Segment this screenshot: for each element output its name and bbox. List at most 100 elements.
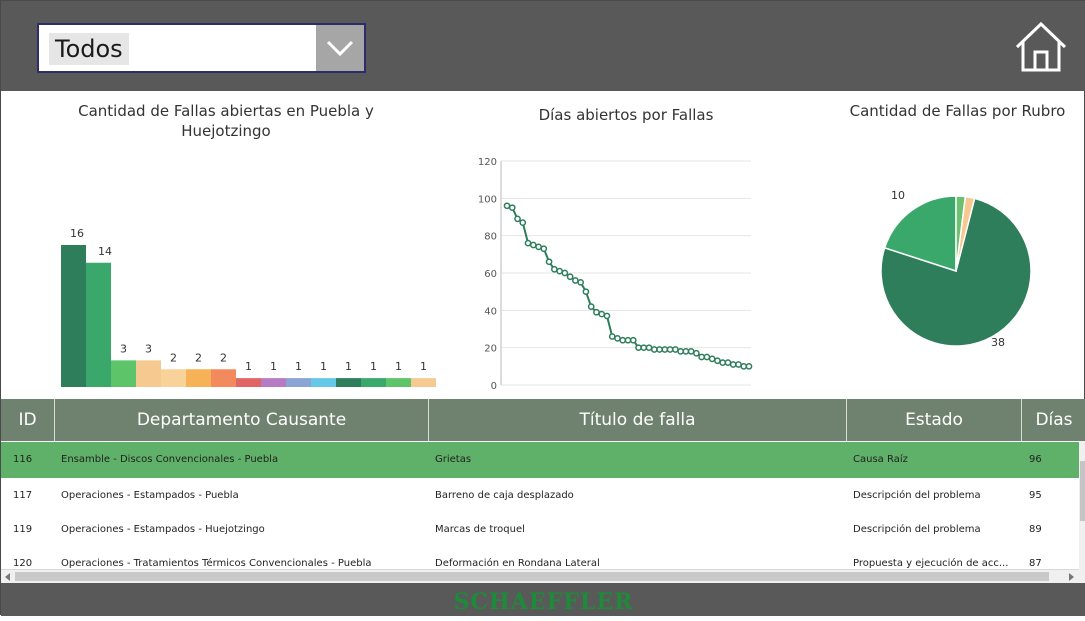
data-point [693,349,700,357]
cell-department: Operaciones - Estampados - Huejotzingo [61,524,265,535]
y-tick-label: 100 [478,194,497,205]
bar-value-label: 14 [98,245,112,258]
horizontal-scrollbar[interactable] [1,569,1079,583]
scroll-right-icon[interactable] [1067,573,1075,581]
bar [261,378,286,387]
data-point [519,219,527,226]
cell-title: Marcas de troquel [435,524,525,535]
data-point [624,336,632,344]
data-point [598,310,606,318]
pie-label: 10 [891,189,905,202]
bar-value-label: 1 [420,360,427,373]
bar-value-label: 1 [395,360,402,373]
bar-value-label: 3 [120,342,127,355]
cell-status: Causa Raíz [853,454,908,465]
app-frame: Todos Cantidad de Fallas abiertas en Pue… [0,0,1085,616]
cell-status: Propuesta y ejecución de acc... [853,558,1009,569]
data-point [587,303,595,310]
table-row[interactable]: 120 Operaciones - Tratamientos Térmicos … [1,546,1079,569]
data-point [508,204,516,212]
data-point [540,245,548,253]
line-chart: 0 20 40 60 80 100 120 [478,157,753,392]
data-point [603,312,611,320]
col-header-department[interactable]: Departamento Causante [55,399,429,441]
y-tick-label: 40 [484,306,497,317]
data-point [661,346,669,353]
data-point [514,215,521,223]
cell-department: Operaciones - Estampados - Puebla [61,490,239,501]
data-point [619,336,627,344]
data-point [503,202,511,210]
data-point [745,362,753,370]
data-point [577,278,585,286]
col-header-status[interactable]: Estado [847,399,1022,441]
data-point [614,334,621,342]
cell-days: 87 [1029,558,1042,569]
cell-id: 117 [13,490,33,501]
bar [411,378,436,387]
col-header-title[interactable]: Título de falla [429,399,847,441]
table-row[interactable]: 117 Operaciones - Estampados - Puebla Ba… [1,478,1079,514]
cell-department: Operaciones - Tratamientos Térmicos Conv… [61,558,372,569]
data-point [729,361,737,368]
scroll-left-icon[interactable] [4,573,12,581]
data-point [719,359,727,366]
data-point [608,333,616,340]
data-point [545,258,553,266]
data-point [645,344,653,352]
bar [236,378,261,387]
data-point [593,308,600,316]
data-point [682,348,690,355]
cell-id: 120 [13,558,33,569]
table-row[interactable]: 116 Ensamble - Discos Convencionales - P… [1,442,1079,478]
data-point [740,362,748,370]
data-point [561,269,569,277]
home-icon [1015,21,1067,72]
bar [361,378,386,387]
data-point [714,357,721,365]
data-point [656,346,663,353]
table-row[interactable]: 119 Operaciones - Estampados - Huejotzin… [1,512,1079,548]
cell-title: Deformación en Rondana Lateral [435,558,600,569]
col-header-days[interactable]: Días [1022,399,1085,441]
bar-chart: 16 14 3 3 2 2 2 1 1 1 1 1 1 1 1 [61,227,436,387]
y-tick-label: 80 [484,232,497,243]
bar-value-label: 1 [345,360,352,373]
cell-title: Grietas [435,454,472,465]
bar [286,378,311,387]
data-point [572,277,579,284]
vertical-scrollbar[interactable] [1079,441,1085,583]
top-bar: Todos [1,1,1085,91]
data-point [677,348,684,355]
data-point [556,267,563,275]
y-tick-label: 60 [484,269,497,280]
data-point [524,239,532,247]
data-point [582,288,590,296]
data-point [735,361,742,368]
cell-days: 96 [1029,454,1042,465]
home-button[interactable] [1013,19,1069,75]
data-point [724,359,732,366]
data-point [529,241,537,249]
bar-chart-title: Cantidad de Fallas abiertas en Puebla y … [78,102,374,140]
bar-value-label: 1 [370,360,377,373]
data-point [698,353,706,361]
data-point [640,344,648,352]
vertical-scroll-thumb[interactable] [1080,461,1085,521]
bar-value-label: 1 [320,360,327,373]
bar-value-label: 2 [170,351,177,364]
bar-value-label: 3 [145,342,152,355]
pie-label: 38 [991,336,1005,349]
bar [336,378,361,387]
plant-filter-dropdown[interactable]: Todos [37,23,366,73]
data-point [666,346,674,353]
bar-value-label: 1 [295,360,302,373]
data-point [703,353,711,361]
dropdown-toggle-button[interactable] [316,25,364,71]
table-header: ID Departamento Causante Título de falla… [1,399,1085,441]
bar [211,369,236,387]
horizontal-scroll-thumb[interactable] [15,572,1049,581]
cell-id: 116 [13,454,33,465]
data-point [566,273,574,281]
col-header-id[interactable]: ID [1,399,55,441]
